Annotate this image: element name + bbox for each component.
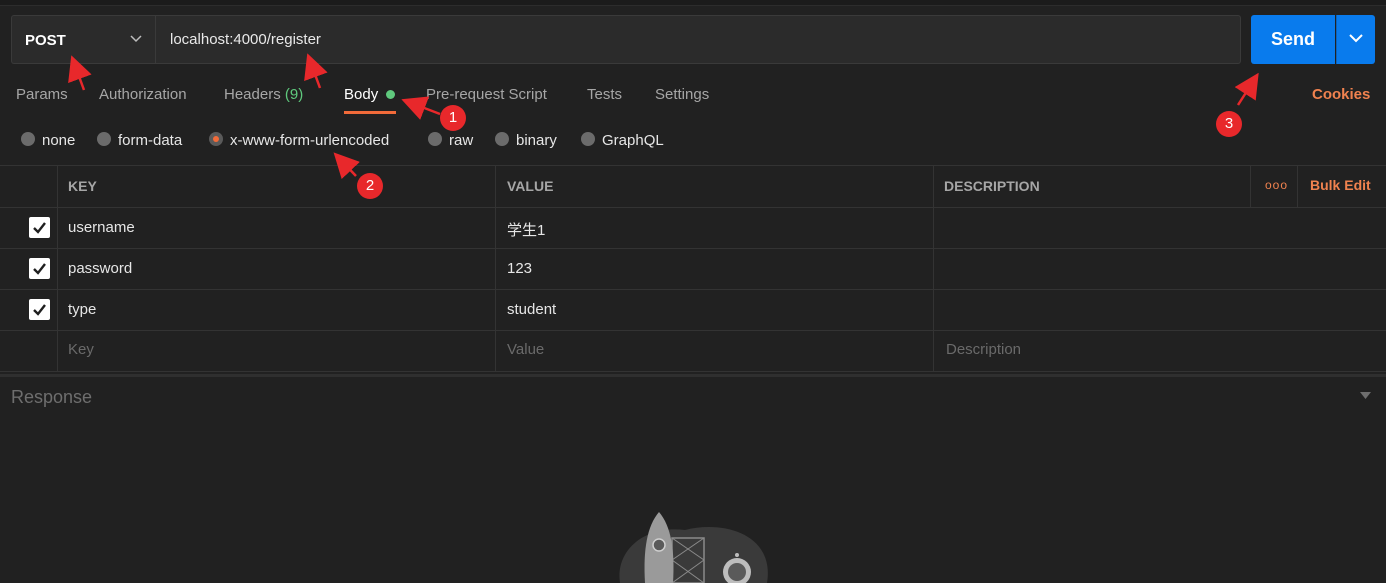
annotation-number: 3: [1224, 115, 1234, 132]
annotation-overlay: [68, 53, 1259, 199]
annotation-arrow: [333, 152, 360, 180]
annotation-arrow: [401, 96, 441, 120]
annotation-arrow: [304, 53, 328, 89]
annotation-arrow: [68, 55, 92, 91]
annotation-number: 1: [448, 109, 458, 126]
annotation-number: 2: [365, 177, 375, 194]
annotation-arrow: [1234, 72, 1259, 106]
